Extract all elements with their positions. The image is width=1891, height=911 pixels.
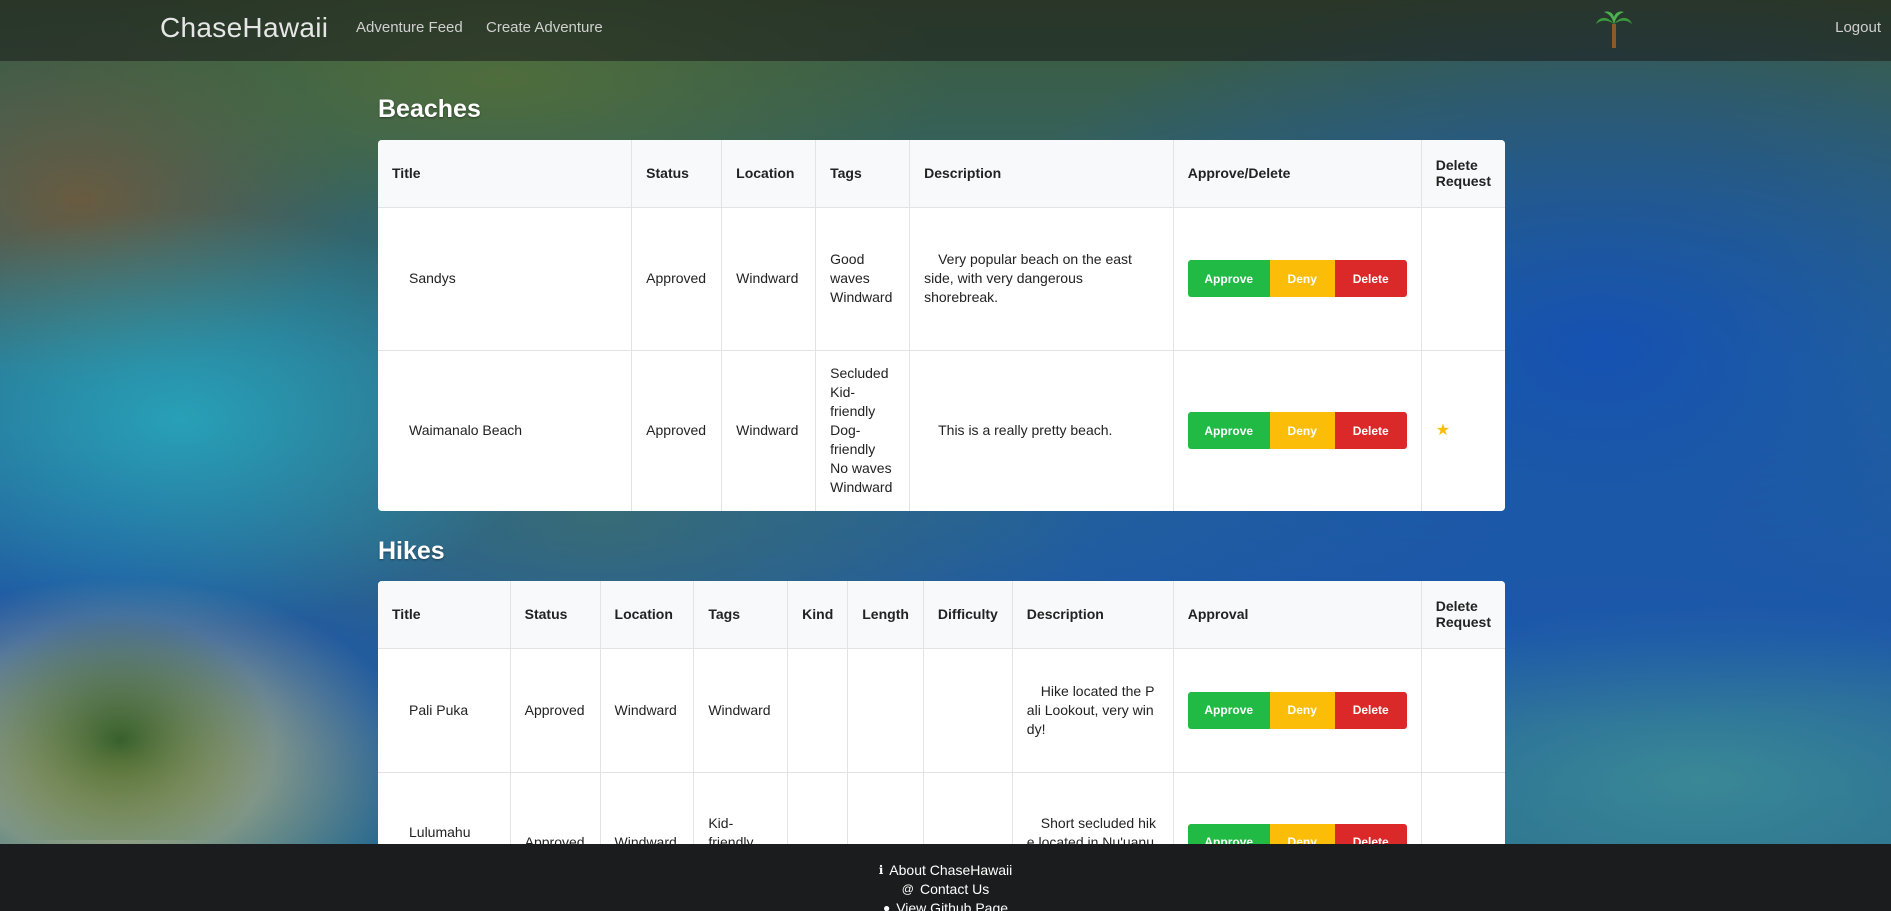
delete-button[interactable]: Delete <box>1334 260 1407 297</box>
deny-button[interactable]: Deny <box>1269 412 1335 449</box>
cell-actions: Approve Deny Delete <box>1173 207 1422 351</box>
at-icon: @ <box>901 882 914 896</box>
cell-location: Windward <box>721 207 817 351</box>
table-row: Sandys Approved Windward Good waves Wind… <box>378 207 1505 351</box>
col-kind: Kind <box>787 581 849 649</box>
footer-about[interactable]: ℹ About ChaseHawaii <box>0 861 1891 880</box>
col-approve-delete: Approve/Delete <box>1173 140 1422 208</box>
action-button-group: Approve Deny Delete <box>1187 691 1407 729</box>
cell-tags: Secluded Kid-friendly Dog-friendly No wa… <box>815 350 911 511</box>
cell-status: Approved <box>631 207 723 351</box>
approve-button[interactable]: Approve <box>1187 260 1270 297</box>
cell-delete-request: ★ <box>1421 350 1505 511</box>
cell-description: This is a really pretty beach. <box>909 350 1174 511</box>
footer: ℹ About ChaseHawaii @ Contact Us ● View … <box>0 844 1891 911</box>
col-description: Description <box>909 140 1174 208</box>
deny-button[interactable]: Deny <box>1269 691 1335 729</box>
cell-status: Approved <box>631 350 723 511</box>
footer-github[interactable]: ● View Github Page <box>0 899 1891 911</box>
nav-adventure-feed[interactable]: Adventure Feed <box>356 19 463 36</box>
col-description: Description <box>1012 581 1174 649</box>
col-delete-request: Delete Request <box>1421 140 1505 208</box>
logout-link[interactable]: Logout <box>1835 19 1881 36</box>
cell-delete-request <box>1421 648 1505 773</box>
cell-title: Sandys <box>378 207 633 351</box>
cell-location: Windward <box>721 350 817 511</box>
approve-button[interactable]: Approve <box>1187 412 1270 449</box>
col-title: Title <box>378 581 511 649</box>
table-row: Pali Puka Approved Windward Windward Hik… <box>378 648 1505 773</box>
cell-location: Windward <box>600 648 695 773</box>
cell-tags: Good waves Windward <box>815 207 911 351</box>
github-icon: ● <box>882 901 891 911</box>
col-title: Title <box>378 140 633 208</box>
cell-description: Hike located the Pali Lookout, very wind… <box>1012 648 1174 773</box>
beaches-heading: Beaches <box>378 95 481 123</box>
deny-button[interactable]: Deny <box>1269 260 1335 297</box>
top-navbar: ChaseHawaii Adventure Feed Create Advent… <box>0 0 1891 61</box>
col-delete-request: Delete Request <box>1421 581 1505 649</box>
col-tags: Tags <box>693 581 789 649</box>
info-icon: ℹ <box>878 863 884 877</box>
action-button-group: Approve Deny Delete <box>1187 260 1407 297</box>
col-approval: Approval <box>1173 581 1422 649</box>
approve-button[interactable]: Approve <box>1187 691 1270 729</box>
beaches-table-card: Title Status Location Tags Description A… <box>378 140 1505 511</box>
footer-contact-label: Contact Us <box>919 881 990 897</box>
cell-delete-request <box>1421 207 1505 351</box>
hikes-heading: Hikes <box>378 537 445 565</box>
cell-kind <box>787 648 849 773</box>
nav-create-adventure[interactable]: Create Adventure <box>486 19 603 36</box>
col-tags: Tags <box>815 140 911 208</box>
footer-github-label: View Github Page <box>896 900 1009 911</box>
footer-contact[interactable]: @ Contact Us <box>0 880 1891 899</box>
col-status: Status <box>510 581 601 649</box>
palm-tree-icon <box>1596 11 1632 48</box>
delete-button[interactable]: Delete <box>1334 691 1407 729</box>
beaches-table: Title Status Location Tags Description A… <box>378 140 1505 511</box>
action-button-group: Approve Deny Delete <box>1187 412 1407 449</box>
cell-status: Approved <box>510 648 601 773</box>
footer-about-label: About ChaseHawaii <box>889 862 1013 878</box>
col-difficulty: Difficulty <box>923 581 1013 649</box>
col-length: Length <box>847 581 924 649</box>
cell-tags: Windward <box>693 648 789 773</box>
delete-button[interactable]: Delete <box>1334 412 1407 449</box>
cell-actions: Approve Deny Delete <box>1173 648 1422 773</box>
star-icon[interactable]: ★ <box>1436 422 1450 439</box>
cell-difficulty <box>923 648 1013 773</box>
col-location: Location <box>600 581 695 649</box>
cell-description: Very popular beach on the east side, wit… <box>909 207 1174 351</box>
table-row: Waimanalo Beach Approved Windward Seclud… <box>378 350 1505 511</box>
cell-title: Pali Puka <box>378 648 511 773</box>
col-location: Location <box>721 140 817 208</box>
col-status: Status <box>631 140 723 208</box>
cell-actions: Approve Deny Delete <box>1173 350 1422 511</box>
brand-logo[interactable]: ChaseHawaii <box>160 12 328 44</box>
cell-length <box>847 648 924 773</box>
cell-title: Waimanalo Beach <box>378 350 633 511</box>
